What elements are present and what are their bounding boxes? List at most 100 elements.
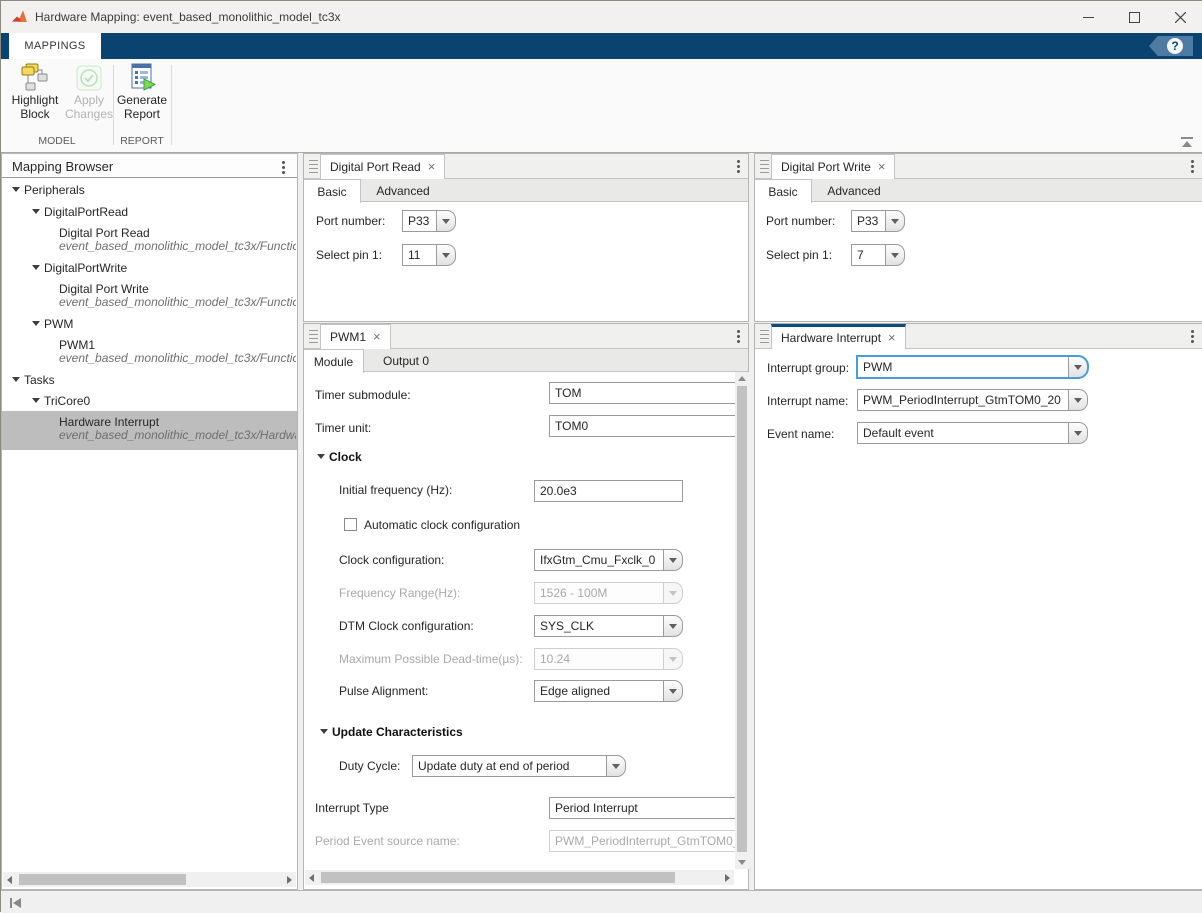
tab-digital-port-write[interactable]: Digital Port Write × [771, 154, 895, 179]
scroll-right-icon[interactable] [287, 876, 292, 884]
interrupt-group-dropdown[interactable]: PWM [857, 356, 1088, 378]
maximize-button[interactable] [1111, 1, 1157, 33]
help-button[interactable]: ? [1149, 36, 1193, 56]
collapse-toolstrip-button[interactable] [1177, 134, 1197, 150]
tree-item-pwm1[interactable]: PWM1 event_based_monolithic_model_tc3x/F… [2, 338, 297, 367]
dropdown-button[interactable] [885, 244, 905, 266]
close-tab-icon[interactable]: × [878, 161, 886, 173]
tree-item-tasks[interactable]: Tasks [2, 373, 297, 391]
dropdown-button[interactable] [663, 680, 683, 702]
dropdown-value: 10.24 [534, 648, 663, 670]
timer-submodule-input[interactable]: TOM [549, 382, 736, 404]
tab-basic[interactable]: Basic [304, 179, 361, 203]
auto-clock-checkbox[interactable] [344, 518, 357, 531]
scroll-left-icon[interactable] [309, 874, 314, 882]
interrupt-type-label: Interrupt Type [315, 802, 389, 815]
tree-item-digital-port-write[interactable]: Digital Port Write event_based_monolithi… [2, 282, 297, 311]
timer-unit-input[interactable]: TOM0 [549, 415, 736, 437]
port-number-dropdown[interactable]: P33 [851, 210, 905, 232]
tab-label: Digital Port Read [330, 160, 421, 174]
panel-drag-handle-icon[interactable] [760, 330, 769, 343]
close-tab-icon[interactable]: × [428, 161, 436, 173]
dropdown-button[interactable] [606, 755, 626, 777]
panel-menu-icon[interactable] [1191, 160, 1194, 163]
initial-frequency-input[interactable]: 20.0e3 [534, 480, 683, 502]
panel-menu-icon[interactable] [282, 161, 285, 164]
scroll-up-icon[interactable] [738, 376, 746, 381]
close-tab-icon[interactable]: × [373, 331, 381, 343]
dock-panel-icon[interactable] [9, 897, 23, 909]
collapse-arrow-icon[interactable] [12, 187, 20, 192]
minimize-button[interactable] [1065, 1, 1111, 33]
port-number-dropdown[interactable]: P33 [402, 210, 456, 232]
tree-item-label: TriCore0 [44, 394, 90, 408]
dropdown-button[interactable] [1068, 389, 1088, 411]
select-pin-dropdown[interactable]: 11 [402, 244, 456, 266]
tree-item-hardware-interrupt-selected[interactable]: Hardware Interrupt event_based_monolithi… [2, 411, 297, 450]
tab-advanced[interactable]: Advanced [361, 179, 445, 202]
scroll-left-icon[interactable] [7, 876, 12, 884]
collapse-arrow-icon[interactable] [317, 454, 325, 459]
dropdown-button[interactable] [436, 210, 456, 232]
tab-digital-port-read[interactable]: Digital Port Read × [320, 154, 445, 179]
tab-basic[interactable]: Basic [755, 179, 812, 203]
select-pin-label: Select pin 1: [766, 249, 832, 262]
tree-item-digitalportread[interactable]: DigitalPortRead [2, 205, 297, 223]
browser-horizontal-scrollbar[interactable] [3, 872, 296, 887]
generate-report-button[interactable]: Generate Report [115, 63, 169, 135]
clock-config-dropdown[interactable]: IfxGtm_Cmu_Fxclk_0 [534, 549, 683, 571]
tab-mappings[interactable]: MAPPINGS [9, 33, 101, 59]
pwm1-horizontal-scrollbar[interactable] [305, 870, 734, 885]
panel-menu-icon[interactable] [737, 330, 740, 333]
close-button[interactable] [1157, 1, 1202, 33]
panel-menu-icon[interactable] [737, 160, 740, 163]
select-pin-dropdown[interactable]: 7 [851, 244, 905, 266]
dropdown-button[interactable] [1068, 356, 1088, 378]
highlight-block-button[interactable]: Highlight Block [8, 63, 62, 135]
collapse-arrow-icon[interactable] [32, 209, 40, 214]
panel-drag-handle-icon[interactable] [309, 160, 318, 173]
interrupt-name-dropdown[interactable]: PWM_PeriodInterrupt_GtmTOM0_20 [857, 389, 1088, 411]
duty-cycle-dropdown[interactable]: Update duty at end of period [412, 755, 626, 777]
tab-hardware-interrupt[interactable]: Hardware Interrupt × [771, 324, 906, 349]
close-tab-icon[interactable]: × [888, 332, 896, 344]
tree-item-tricore0[interactable]: TriCore0 [2, 394, 297, 412]
apply-changes-button[interactable]: Apply Changes [62, 63, 116, 135]
scrollbar-thumb[interactable] [321, 872, 675, 883]
tree-item-digital-port-read[interactable]: Digital Port Read event_based_monolithic… [2, 226, 297, 255]
clock-section-header[interactable]: Clock [329, 450, 362, 464]
dropdown-button[interactable] [663, 615, 683, 637]
panel-menu-icon[interactable] [1191, 330, 1194, 333]
collapse-arrow-icon[interactable] [32, 321, 40, 326]
dropdown-button[interactable] [436, 244, 456, 266]
collapse-arrow-icon[interactable] [32, 398, 40, 403]
collapse-arrow-icon[interactable] [32, 265, 40, 270]
tab-advanced[interactable]: Advanced [812, 179, 896, 202]
tab-output0[interactable]: Output 0 [364, 349, 448, 372]
dtm-clock-dropdown[interactable]: SYS_CLK [534, 615, 683, 637]
panel-drag-handle-icon[interactable] [309, 330, 318, 343]
freq-range-label: Frequency Range(Hz): [339, 587, 460, 600]
tree-item-digitalportwrite[interactable]: DigitalPortWrite [2, 261, 297, 279]
pulse-alignment-dropdown[interactable]: Edge aligned [534, 680, 683, 702]
collapse-arrow-icon[interactable] [12, 377, 20, 382]
scroll-down-icon[interactable] [738, 860, 746, 865]
dropdown-button[interactable] [663, 549, 683, 571]
tree-item-peripherals[interactable]: Peripherals [2, 183, 297, 201]
dropdown-button[interactable] [1068, 422, 1088, 444]
panel-drag-handle-icon[interactable] [760, 160, 769, 173]
pwm1-vertical-scrollbar[interactable] [735, 372, 749, 869]
update-characteristics-section-header[interactable]: Update Characteristics [332, 725, 463, 739]
interrupt-type-input[interactable]: Period Interrupt [549, 797, 736, 819]
scrollbar-thumb[interactable] [737, 386, 747, 852]
chevron-down-icon [1074, 365, 1082, 370]
event-name-dropdown[interactable]: Default event [857, 422, 1088, 444]
dropdown-button [663, 582, 683, 604]
dropdown-button[interactable] [885, 210, 905, 232]
scrollbar-thumb[interactable] [19, 874, 186, 885]
collapse-arrow-icon[interactable] [320, 729, 328, 734]
tree-item-pwm[interactable]: PWM [2, 317, 297, 335]
scroll-right-icon[interactable] [725, 874, 730, 882]
tab-module[interactable]: Module [304, 349, 364, 373]
tab-pwm1[interactable]: PWM1 × [320, 324, 391, 349]
